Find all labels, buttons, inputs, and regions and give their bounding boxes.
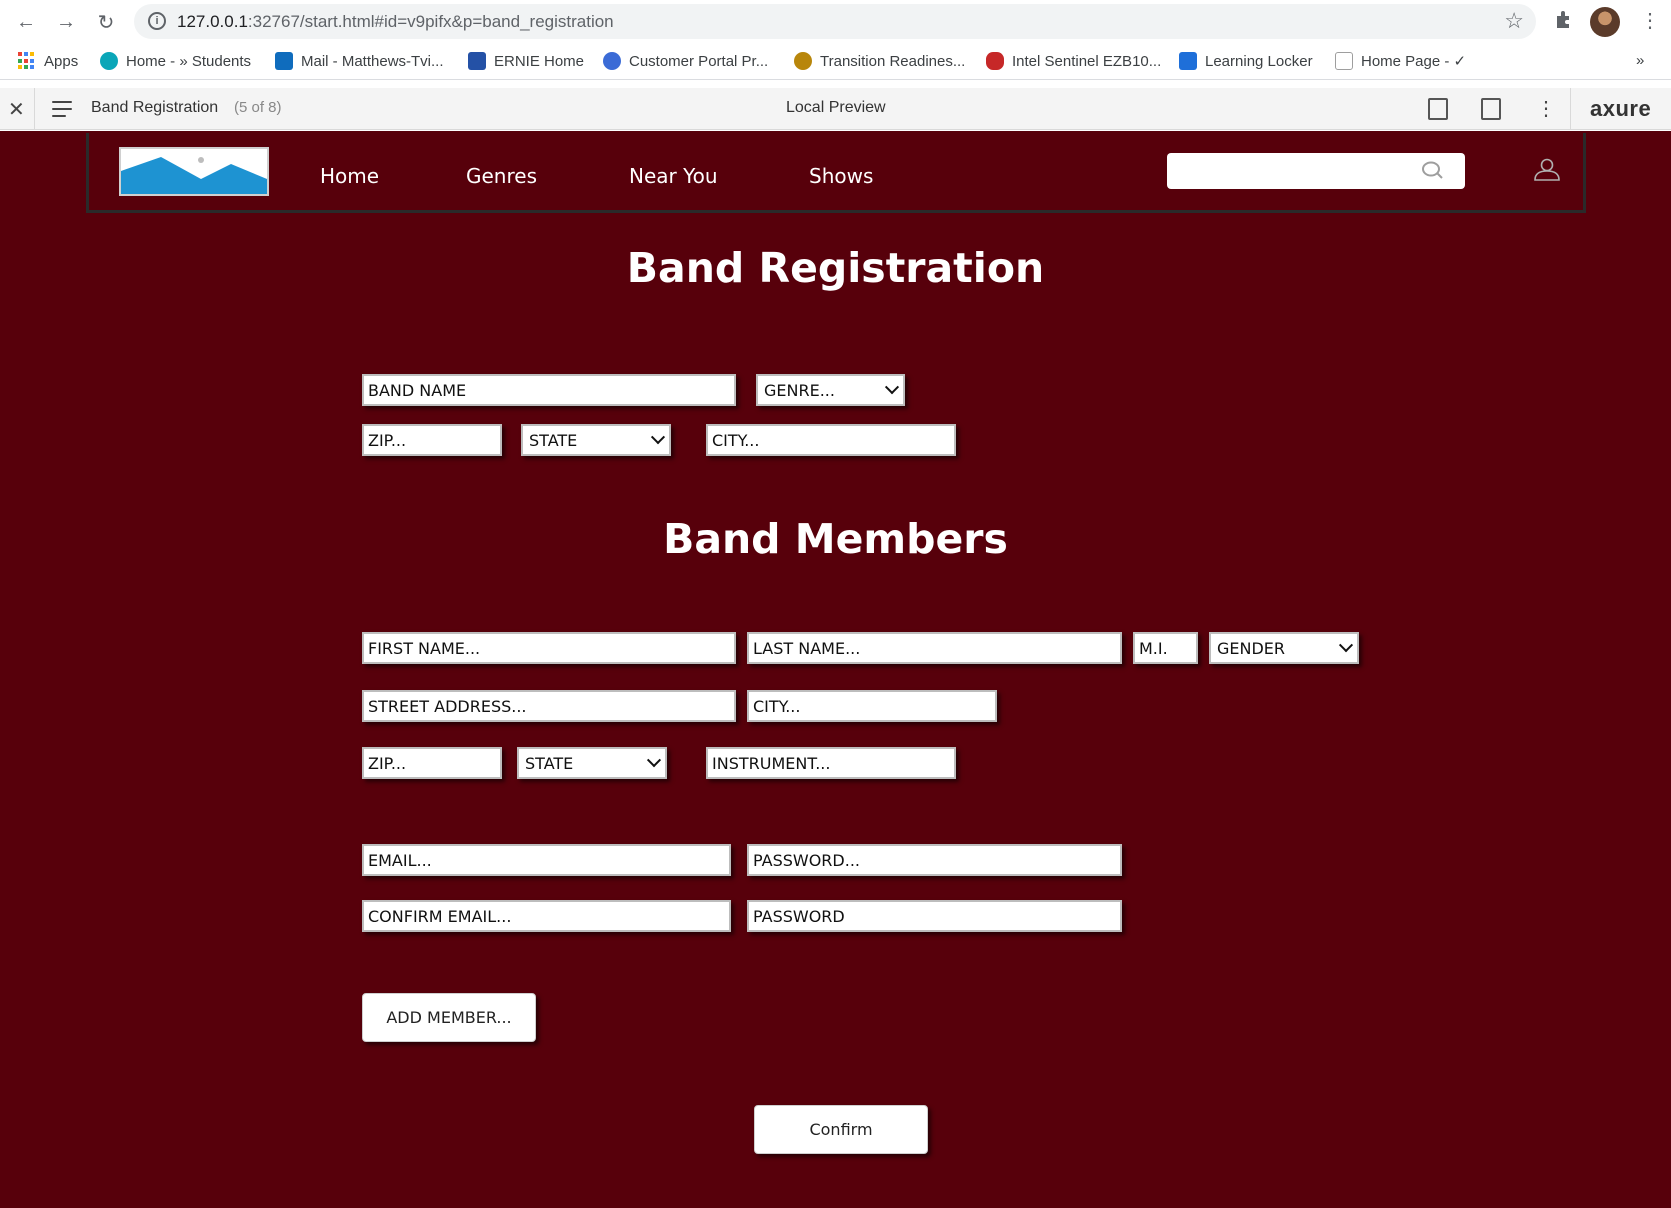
ml-icon <box>1179 52 1197 70</box>
bookmark-ernie[interactable]: ERNIE Home <box>468 52 584 70</box>
back-icon[interactable]: ← <box>12 8 40 36</box>
axure-mode-label: Local Preview <box>786 99 886 116</box>
doc-icon <box>1335 52 1353 70</box>
nav-home[interactable]: Home <box>320 164 379 188</box>
middle-initial-field[interactable]: M.I. <box>1133 632 1198 664</box>
user-icon[interactable] <box>1532 158 1562 182</box>
band-state-select[interactable]: STATE <box>521 424 671 456</box>
bookmarks-overflow[interactable]: » <box>1636 52 1644 69</box>
confirm-email-field[interactable]: CONFIRM EMAIL... <box>362 900 731 932</box>
bookmark-intel[interactable]: Intel Sentinel EZB10... <box>986 52 1161 70</box>
address-bar[interactable]: i 127.0.0.1:32767/start.html#id=v9pifx&p… <box>134 4 1536 39</box>
page-title: Band Registration <box>626 244 1045 292</box>
info-icon[interactable]: i <box>148 12 166 30</box>
divider <box>1570 88 1571 130</box>
site-header: Home Genres Near You Shows <box>86 133 1586 213</box>
member-state-select[interactable]: STATE <box>517 747 667 779</box>
bookmark-learning-locker[interactable]: Learning Locker <box>1179 52 1313 70</box>
chevron-down-icon <box>650 430 666 445</box>
add-member-button[interactable]: ADD MEMBER... <box>362 993 536 1042</box>
confirm-button[interactable]: Confirm <box>754 1105 928 1154</box>
bookmarks-bar: Apps Home - » Students Mail - Matthews-T… <box>0 43 1671 80</box>
chevron-down-icon <box>884 380 900 395</box>
band-state-value: STATE <box>529 430 578 450</box>
emblem-icon <box>794 52 812 70</box>
nav-shows[interactable]: Shows <box>809 164 873 188</box>
bookmark-home-page[interactable]: Home Page - ✓ <box>1335 52 1466 70</box>
reload-icon[interactable]: ↻ <box>92 8 120 36</box>
hamburger-menu-icon[interactable] <box>52 101 72 117</box>
site-logo[interactable] <box>119 147 269 196</box>
axure-preview-bar: ✕ Band Registration (5 of 8) Local Previ… <box>0 88 1671 130</box>
bookmark-students[interactable]: Home - » Students <box>100 52 251 70</box>
genre-select[interactable]: GENRE... <box>756 374 905 406</box>
site-search-input[interactable] <box>1167 153 1465 189</box>
axure-page-title: Band Registration <box>91 99 219 116</box>
forward-icon[interactable]: → <box>52 8 80 36</box>
instrument-field[interactable]: INSTRUMENT... <box>706 747 956 779</box>
nav-near-you[interactable]: Near You <box>629 164 718 188</box>
member-zip-field[interactable]: ZIP... <box>362 747 502 779</box>
sentinel-icon <box>986 52 1004 70</box>
close-icon[interactable]: ✕ <box>8 97 25 122</box>
notes-icon[interactable] <box>1428 98 1448 120</box>
chrome-menu-icon[interactable]: ⋮ <box>1640 8 1660 33</box>
image-placeholder-icon <box>121 157 267 194</box>
chevron-down-icon <box>646 753 662 768</box>
extensions-icon[interactable] <box>1553 8 1575 36</box>
inspect-icon[interactable] <box>1481 98 1501 120</box>
bookmark-apps[interactable]: Apps <box>18 52 78 70</box>
gender-select-value: GENDER <box>1217 638 1286 658</box>
bookmark-mail[interactable]: Mail - Matthews-Tvi... <box>275 52 444 70</box>
apps-grid-icon <box>18 52 36 70</box>
bookmark-star-icon[interactable]: ☆ <box>1504 8 1524 34</box>
divider <box>34 88 35 130</box>
profile-avatar[interactable] <box>1590 7 1620 37</box>
bookmark-customer-portal[interactable]: Customer Portal Pr... <box>603 52 768 70</box>
portal-icon <box>603 52 621 70</box>
genre-select-value: GENRE... <box>764 380 835 400</box>
browser-toolbar: ← → ↻ i 127.0.0.1:32767/start.html#id=v9… <box>0 0 1671 43</box>
url-text[interactable]: 127.0.0.1:32767/start.html#id=v9pifx&p=b… <box>177 12 614 32</box>
last-name-field[interactable]: LAST NAME... <box>747 632 1122 664</box>
member-city-field[interactable]: CITY... <box>747 690 997 722</box>
axure-logo: axure <box>1590 96 1652 121</box>
street-address-field[interactable]: STREET ADDRESS... <box>362 690 736 722</box>
bookmark-transition[interactable]: Transition Readines... <box>794 52 965 70</box>
confirm-password-field[interactable]: PASSWORD <box>747 900 1122 932</box>
nav-genres[interactable]: Genres <box>466 164 537 188</box>
students-icon <box>100 52 118 70</box>
prototype-page: Home Genres Near You Shows Band Registra… <box>0 131 1671 1208</box>
band-city-field[interactable]: CITY... <box>706 424 956 456</box>
band-zip-field[interactable]: ZIP... <box>362 424 502 456</box>
members-title: Band Members <box>663 515 1008 563</box>
outlook-icon <box>275 52 293 70</box>
band-name-field[interactable]: BAND NAME <box>362 374 736 406</box>
email-field[interactable]: EMAIL... <box>362 844 731 876</box>
ernie-icon <box>468 52 486 70</box>
member-state-value: STATE <box>525 753 574 773</box>
first-name-field[interactable]: FIRST NAME... <box>362 632 736 664</box>
gender-select[interactable]: GENDER <box>1209 632 1359 664</box>
password-field[interactable]: PASSWORD... <box>747 844 1122 876</box>
search-icon[interactable] <box>1421 161 1443 181</box>
more-options-icon[interactable]: ⋮ <box>1536 96 1556 121</box>
chevron-down-icon <box>1338 638 1354 653</box>
axure-page-count: (5 of 8) <box>234 99 282 116</box>
